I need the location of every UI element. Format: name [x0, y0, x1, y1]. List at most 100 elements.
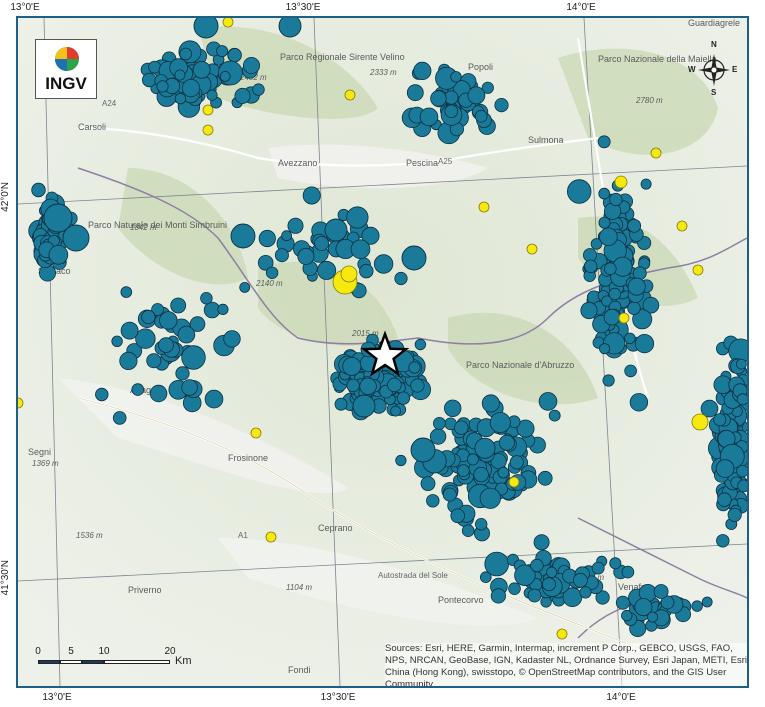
earthquake-event[interactable] — [430, 90, 447, 107]
earthquake-event[interactable] — [640, 178, 652, 190]
earthquake-event[interactable] — [546, 566, 558, 578]
earthquake-event[interactable] — [444, 104, 459, 118]
earthquake-event[interactable] — [156, 80, 169, 93]
earthquake-event[interactable] — [200, 292, 213, 305]
earthquake-event[interactable] — [727, 507, 742, 522]
earthquake-event[interactable] — [450, 71, 462, 83]
earthquake-event[interactable] — [602, 374, 615, 387]
earthquake-event[interactable] — [181, 379, 198, 396]
earthquake-event[interactable] — [31, 182, 46, 198]
earthquake-event[interactable] — [475, 518, 488, 531]
earthquake-event[interactable] — [359, 377, 377, 396]
earthquake-event-large[interactable] — [62, 224, 90, 252]
earthquake-event[interactable] — [609, 192, 623, 207]
earthquake-event[interactable] — [131, 383, 145, 396]
earthquake-event[interactable] — [252, 83, 265, 96]
earthquake-event-large[interactable] — [324, 218, 348, 242]
earthquake-event[interactable] — [466, 453, 479, 466]
earthquake-event[interactable] — [527, 588, 542, 603]
earthquake-event[interactable] — [48, 245, 69, 265]
earthquake-event[interactable] — [634, 333, 655, 354]
earthquake-event-recent[interactable] — [650, 147, 662, 159]
earthquake-event[interactable] — [395, 454, 407, 467]
earthquake-event-recent[interactable] — [222, 18, 234, 28]
map-canvas[interactable]: CarsoliAvezzanoPescinaSulmonaSubiacoAnag… — [18, 18, 747, 686]
earthquake-event[interactable] — [474, 109, 488, 123]
earthquake-event[interactable] — [621, 565, 635, 579]
earthquake-event[interactable] — [350, 239, 371, 260]
earthquake-event[interactable] — [580, 301, 598, 320]
earthquake-event[interactable] — [624, 364, 637, 378]
map-frame[interactable]: CarsoliAvezzanoPescinaSulmonaSubiacoAnag… — [16, 16, 749, 688]
earthquake-event[interactable] — [281, 230, 293, 242]
earthquake-event[interactable] — [174, 69, 186, 81]
earthquake-event[interactable] — [603, 308, 621, 326]
earthquake-event-recent[interactable] — [202, 104, 214, 116]
earthquake-event[interactable] — [258, 229, 276, 248]
earthquake-event[interactable] — [314, 235, 330, 251]
earthquake-event[interactable] — [598, 187, 610, 200]
earthquake-event[interactable] — [274, 248, 289, 263]
earthquake-event[interactable] — [287, 217, 304, 234]
earthquake-event[interactable] — [239, 281, 251, 293]
earthquake-event[interactable] — [736, 393, 747, 406]
earthquake-event[interactable] — [474, 437, 496, 459]
earthquake-event[interactable] — [444, 399, 462, 418]
earthquake-event[interactable] — [112, 411, 127, 425]
earthquake-event[interactable] — [149, 384, 168, 403]
earthquake-event[interactable] — [408, 361, 421, 374]
earthquake-event[interactable] — [426, 494, 440, 508]
earthquake-event[interactable] — [119, 351, 138, 370]
earthquake-event[interactable] — [473, 466, 489, 483]
earthquake-event[interactable] — [627, 301, 641, 315]
earthquake-event[interactable] — [497, 466, 510, 479]
earthquake-event[interactable] — [494, 98, 509, 113]
earthquake-event-large[interactable] — [410, 437, 436, 463]
earthquake-event[interactable] — [95, 387, 109, 402]
earthquake-event[interactable] — [498, 434, 515, 451]
earthquake-event[interactable] — [242, 57, 260, 75]
earthquake-event[interactable] — [608, 287, 622, 301]
earthquake-event[interactable] — [573, 572, 588, 588]
earthquake-event[interactable] — [481, 394, 500, 413]
earthquake-event[interactable] — [227, 48, 242, 63]
earthquake-event[interactable] — [479, 487, 501, 509]
earthquake-event[interactable] — [141, 72, 157, 88]
earthquake-event[interactable] — [396, 391, 411, 405]
earthquake-event-recent[interactable] — [344, 89, 356, 101]
earthquake-event[interactable] — [450, 508, 466, 524]
earthquake-event[interactable] — [716, 534, 730, 548]
earthquake-event[interactable] — [579, 586, 592, 599]
earthquake-event[interactable] — [414, 338, 427, 351]
earthquake-event[interactable] — [484, 551, 510, 577]
earthquake-event[interactable] — [346, 206, 369, 229]
earthquake-event[interactable] — [615, 595, 630, 610]
earthquake-event[interactable] — [177, 325, 196, 344]
earthquake-event[interactable] — [489, 411, 511, 433]
earthquake-event-recent[interactable] — [250, 427, 262, 439]
earthquake-event[interactable] — [394, 271, 408, 286]
earthquake-event[interactable] — [736, 358, 747, 370]
earthquake-event[interactable] — [598, 216, 611, 229]
earthquake-event[interactable] — [467, 86, 486, 105]
earthquake-event[interactable] — [373, 254, 394, 274]
earthquake-event[interactable] — [216, 45, 229, 58]
earthquake-event[interactable] — [120, 321, 139, 340]
earthquake-event[interactable] — [413, 61, 432, 81]
earthquake-event-large[interactable] — [278, 18, 302, 38]
earthquake-event[interactable] — [715, 459, 735, 478]
earthquake-event[interactable] — [420, 476, 436, 492]
earthquake-event[interactable] — [490, 588, 506, 604]
earthquake-event[interactable] — [429, 428, 447, 445]
earthquake-event[interactable] — [542, 577, 556, 592]
earthquake-event[interactable] — [538, 392, 558, 411]
earthquake-event[interactable] — [533, 534, 550, 551]
earthquake-event[interactable] — [141, 309, 156, 325]
earthquake-event[interactable] — [359, 263, 374, 279]
earthquake-event[interactable] — [713, 413, 727, 427]
earthquake-event-recent[interactable] — [676, 220, 688, 232]
earthquake-event[interactable] — [342, 356, 362, 376]
earthquake-event[interactable] — [737, 479, 747, 493]
earthquake-event[interactable] — [217, 303, 229, 315]
earthquake-event[interactable] — [537, 470, 553, 486]
